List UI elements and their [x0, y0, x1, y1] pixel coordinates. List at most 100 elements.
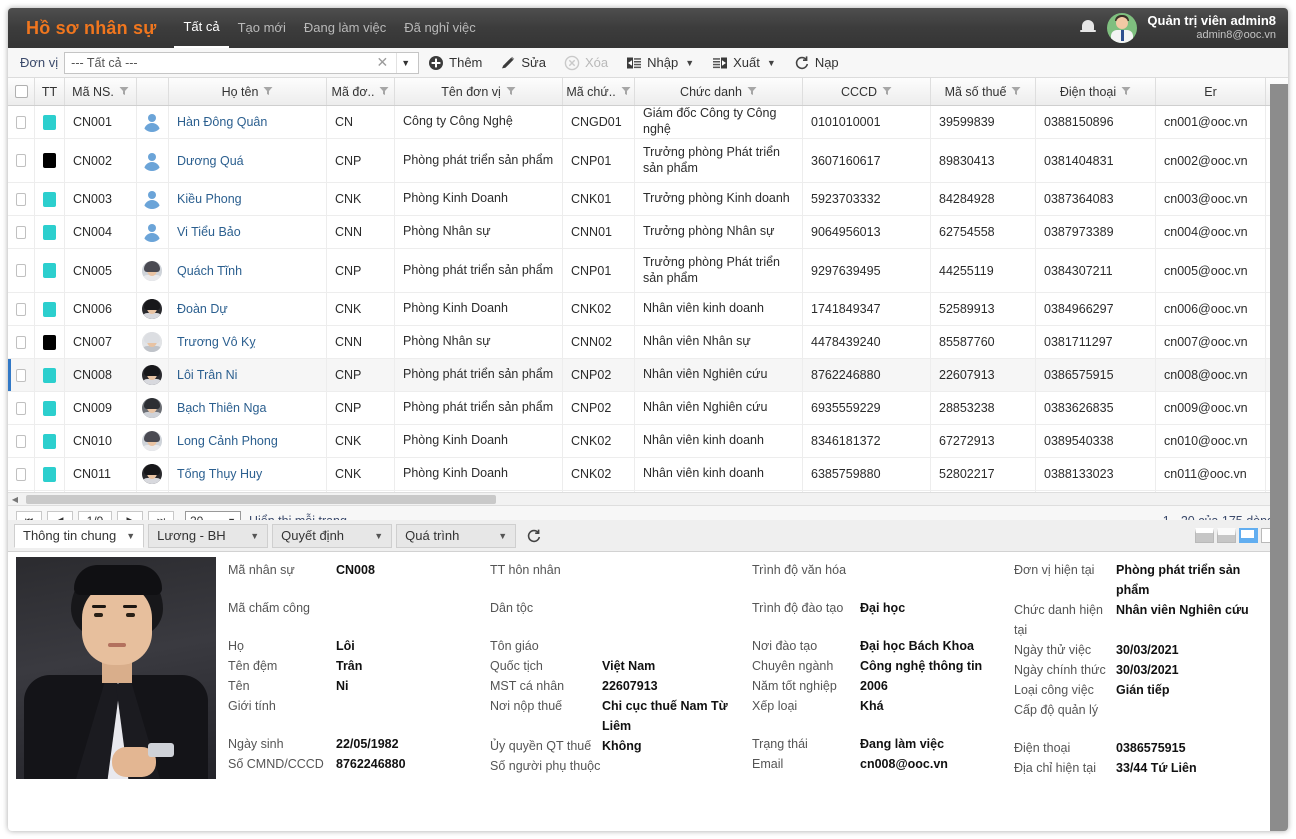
filter-icon[interactable] — [742, 85, 757, 99]
table-row[interactable]: CN008 Lôi Trân Ni CNP Phòng phát triển sản … — [8, 359, 1288, 392]
cell-check[interactable] — [8, 359, 35, 391]
filter-icon[interactable] — [501, 85, 516, 99]
np-button[interactable]: Nạp — [785, 50, 848, 76]
chevron-down-icon[interactable]: ▼ — [498, 531, 507, 541]
filter-icon[interactable] — [1006, 85, 1021, 99]
cell-check[interactable] — [8, 293, 35, 325]
employee-name[interactable]: Vi Tiểu Bảo — [177, 225, 241, 239]
cell-check[interactable] — [8, 106, 35, 138]
xut-button[interactable]: Xuất ▼ — [703, 50, 785, 76]
sa-button[interactable]: Sửa — [491, 50, 555, 76]
employee-name[interactable]: Hàn Đông Quân — [177, 115, 267, 129]
table-row[interactable]: CN005 Quách Tĩnh CNP Phòng phát triển sản p… — [8, 249, 1288, 293]
grid-horizontal-scrollbar[interactable]: ◀ ▶ — [8, 492, 1288, 506]
user-info[interactable]: Quản trị viên admin8 admin8@ooc.vn — [1147, 13, 1282, 42]
hscroll-thumb[interactable] — [26, 495, 496, 504]
column-header-ho_ten[interactable]: Họ tên — [169, 78, 327, 105]
filter-icon[interactable] — [258, 85, 273, 99]
row-checkbox[interactable] — [16, 467, 26, 481]
column-header-tt[interactable]: TT — [35, 78, 65, 105]
table-row[interactable]: CN002 Dương Quá CNP Phòng phát triển sản ph… — [8, 139, 1288, 183]
employee-name[interactable]: Long Cảnh Phong — [177, 434, 278, 448]
table-row[interactable]: CN007 Trương Vô Kỵ CNN Phòng Nhân sự CNN02 Nh… — [8, 326, 1288, 359]
row-checkbox[interactable] — [16, 192, 26, 206]
chevron-down-icon[interactable]: ▼ — [685, 58, 694, 68]
scroll-left-icon[interactable]: ◀ — [8, 495, 22, 504]
filter-icon[interactable] — [114, 85, 129, 99]
filter-icon[interactable] — [616, 85, 631, 99]
column-header-phone[interactable]: Điện thoại — [1036, 78, 1156, 105]
cell-check[interactable] — [8, 458, 35, 490]
column-header-ten_dv[interactable]: Tên đơn vị — [395, 78, 563, 105]
tab-l-ng-bh[interactable]: Lương - BH ▼ — [148, 523, 269, 548]
employee-name[interactable]: Bạch Thiên Nga — [177, 401, 266, 415]
cell-check[interactable] — [8, 326, 35, 358]
refresh-icon[interactable] — [526, 528, 542, 544]
employee-name[interactable]: Quách Tĩnh — [177, 264, 242, 278]
hscroll-track[interactable] — [22, 494, 1274, 504]
chevron-down-icon[interactable]: ▼ — [767, 58, 776, 68]
table-row[interactable]: CN004 Vi Tiểu Bảo CNN Phòng Nhân sự CNN01 Trư… — [8, 216, 1288, 249]
row-checkbox[interactable] — [16, 401, 26, 415]
employee-name[interactable]: Đoàn Dự — [177, 302, 228, 316]
close-icon[interactable]: ✕ — [369, 54, 397, 71]
chevron-down-icon[interactable]: ▼ — [126, 531, 135, 541]
thm-button[interactable]: Thêm — [419, 50, 491, 76]
column-header-ma_ns[interactable]: Mã NS. — [65, 78, 137, 105]
column-header-email[interactable]: Er — [1156, 78, 1266, 105]
header-tab-1[interactable]: Tạo mới — [229, 8, 295, 48]
employee-name[interactable]: Kiều Phong — [177, 192, 242, 206]
chevron-down-icon[interactable]: ▼ — [396, 52, 418, 73]
column-header-cccd[interactable]: CCCD — [803, 78, 931, 105]
filter-icon[interactable] — [374, 85, 389, 99]
header-tab-0[interactable]: Tất cả — [174, 8, 229, 48]
chevron-down-icon[interactable]: ▼ — [250, 531, 259, 541]
nhp-button[interactable]: Nhập ▼ — [617, 50, 703, 76]
filter-icon[interactable] — [877, 85, 892, 99]
layout-full-icon[interactable] — [1239, 528, 1258, 543]
table-row[interactable]: CN006 Đoàn Dự CNK Phòng Kinh Doanh CNK02 Nhân… — [8, 293, 1288, 326]
avatar[interactable] — [1107, 13, 1138, 43]
cell-check[interactable] — [8, 425, 35, 457]
select-all-checkbox[interactable] — [14, 85, 28, 98]
tab-quy-t-nh[interactable]: Quyết định ▼ — [272, 523, 393, 548]
table-row[interactable]: CN010 Long Cảnh Phong CNK Phòng Kinh Doanh C… — [8, 425, 1288, 458]
employee-name[interactable]: Trương Vô Kỵ — [177, 335, 256, 349]
employee-name[interactable]: Dương Quá — [177, 154, 244, 168]
row-checkbox[interactable] — [16, 225, 26, 239]
unit-filter-combo[interactable]: --- Tất cả --- ✕ ▼ — [64, 51, 420, 74]
column-header-avatar[interactable] — [137, 78, 169, 105]
cell-check[interactable] — [8, 139, 35, 182]
row-checkbox[interactable] — [16, 302, 26, 316]
table-row[interactable]: CN009 Bạch Thiên Nga CNP Phòng phát triển s… — [8, 392, 1288, 425]
layout-top-icon[interactable] — [1195, 528, 1214, 543]
header-tab-3[interactable]: Đã nghỉ việc — [395, 8, 485, 48]
row-checkbox[interactable] — [16, 368, 26, 382]
column-header-ma_dv[interactable]: Mã đơ.. — [327, 78, 395, 105]
cell-check[interactable] — [8, 249, 35, 292]
row-checkbox[interactable] — [16, 115, 26, 129]
bell-icon[interactable] — [1079, 19, 1097, 37]
row-checkbox[interactable] — [16, 154, 26, 167]
layout-bottom-icon[interactable] — [1217, 528, 1236, 543]
tab-qu-tr-nh[interactable]: Quá trình ▼ — [396, 523, 517, 548]
tab-th-ng-tin-chung[interactable]: Thông tin chung ▼ — [14, 523, 145, 548]
cell-check[interactable] — [8, 392, 35, 424]
row-checkbox[interactable] — [16, 335, 26, 349]
column-header-ma_cd[interactable]: Mã chứ.. — [563, 78, 635, 105]
table-row[interactable]: CN001 Hàn Đông Quân CN Công ty Công Nghệ CNG… — [8, 106, 1288, 139]
select-all-header[interactable] — [8, 78, 35, 105]
row-checkbox[interactable] — [16, 434, 26, 448]
cell-check[interactable] — [8, 183, 35, 215]
employee-name[interactable]: Tống Thụy Huy — [177, 467, 262, 481]
header-tab-2[interactable]: Đang làm việc — [295, 8, 395, 48]
column-header-chuc_danh[interactable]: Chức danh — [635, 78, 803, 105]
chevron-down-icon[interactable]: ▼ — [374, 531, 383, 541]
filter-icon[interactable] — [1116, 85, 1131, 99]
table-row[interactable]: CN003 Kiều Phong CNK Phòng Kinh Doanh CNK01 T… — [8, 183, 1288, 216]
cell-check[interactable] — [8, 216, 35, 248]
row-checkbox[interactable] — [16, 264, 26, 277]
column-header-mst[interactable]: Mã số thuế — [931, 78, 1036, 105]
employee-name[interactable]: Lôi Trân Ni — [177, 368, 237, 382]
table-row[interactable]: CN011 Tống Thụy Huy CNK Phòng Kinh Doanh CNK… — [8, 458, 1288, 491]
